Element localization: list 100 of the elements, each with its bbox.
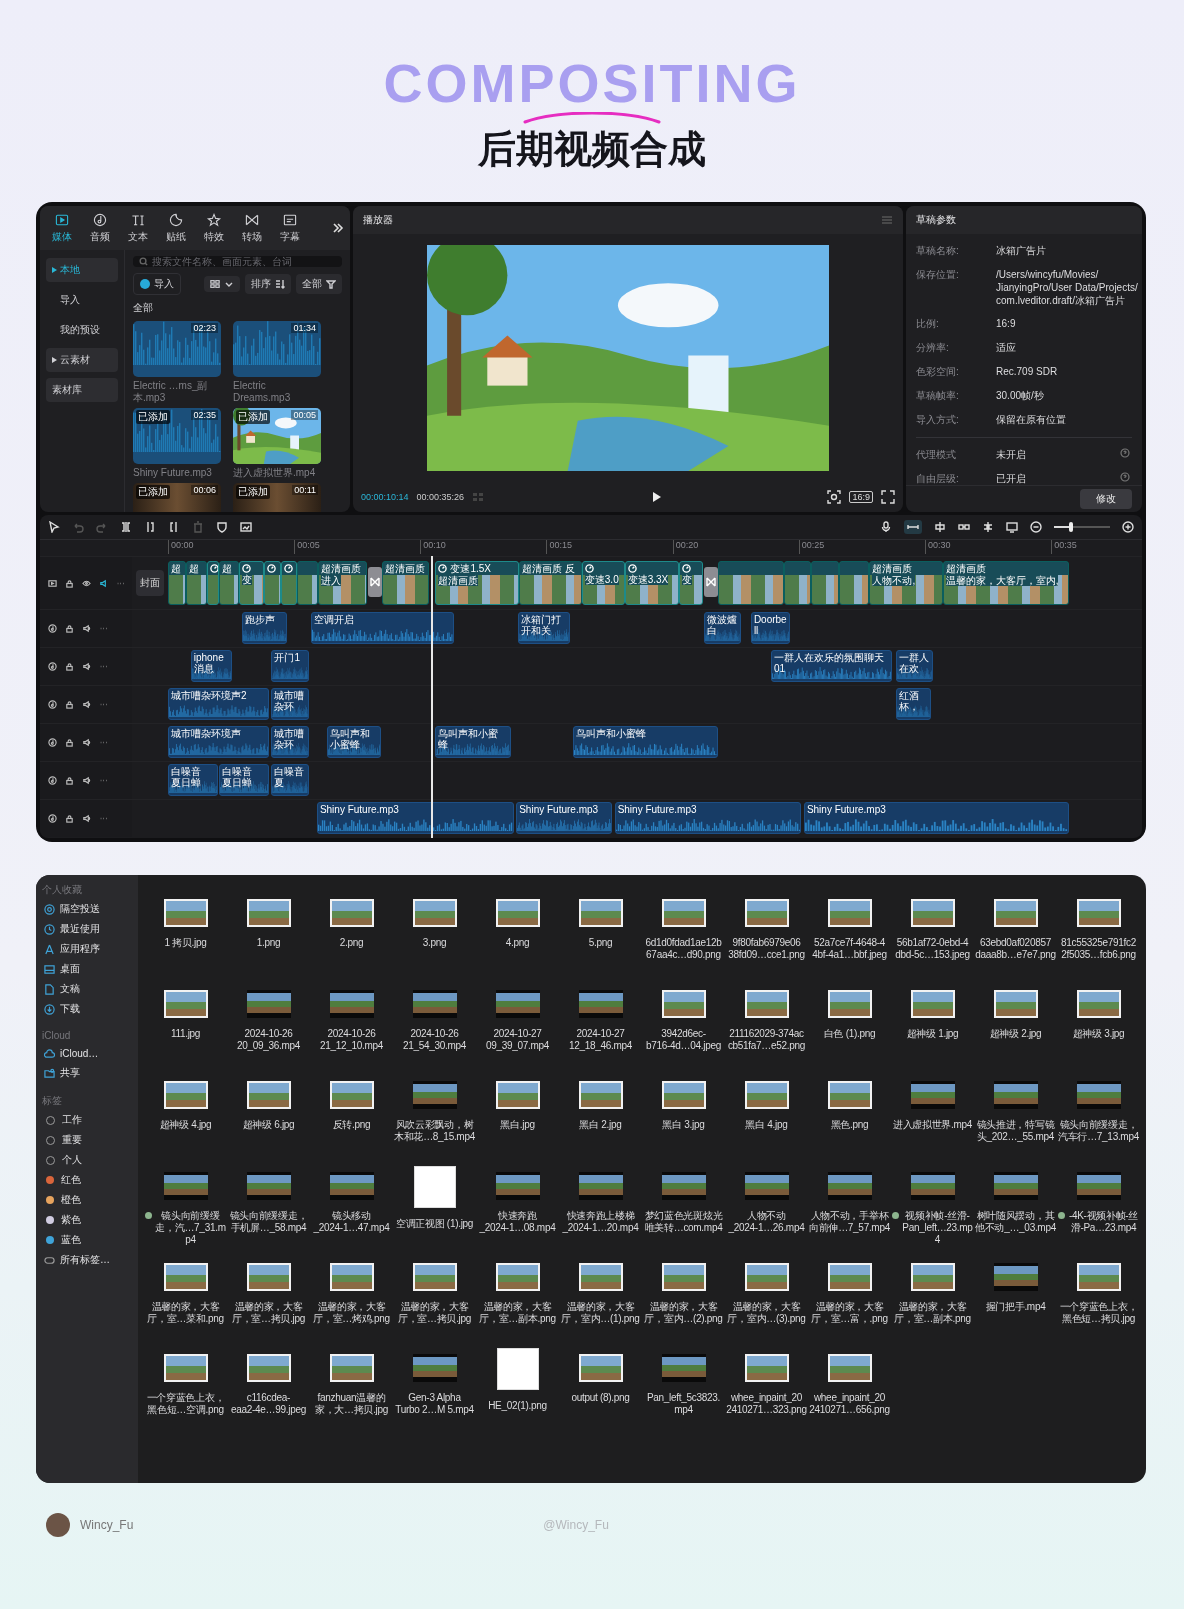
video-thumbnail[interactable]	[412, 1354, 457, 1382]
sidebar-item[interactable]: 应用程序	[42, 940, 132, 958]
image-thumbnail[interactable]	[578, 1263, 623, 1291]
image-thumbnail[interactable]	[163, 1354, 208, 1382]
image-thumbnail[interactable]	[1076, 990, 1121, 1018]
sidebar-item[interactable]: 蓝色	[42, 1231, 132, 1249]
image-thumbnail[interactable]	[827, 899, 872, 927]
nav-item[interactable]: 云素材	[46, 348, 118, 372]
image-thumbnail[interactable]	[744, 1081, 789, 1109]
sidebar-item[interactable]: iCloud…	[42, 1044, 132, 1062]
search-field[interactable]: 搜索文件名称、画面元素、台词	[133, 256, 342, 267]
image-thumbnail[interactable]	[993, 990, 1038, 1018]
video-thumbnail[interactable]	[495, 1172, 540, 1200]
video-clip[interactable]: 超清画质 人物不动,	[869, 561, 943, 605]
panel-tab[interactable]: 贴纸	[160, 210, 192, 246]
panel-tab[interactable]: 媒体	[46, 210, 78, 246]
audio-clip[interactable]: 空调开启	[311, 612, 454, 644]
speaker-icon[interactable]	[82, 738, 91, 747]
speaker-icon[interactable]	[82, 662, 91, 671]
image-icon[interactable]	[240, 521, 252, 533]
shield-icon[interactable]	[216, 521, 228, 533]
image-thumbnail[interactable]	[661, 1081, 706, 1109]
image-thumbnail[interactable]	[827, 990, 872, 1018]
film-icon[interactable]	[48, 578, 57, 588]
image-thumbnail[interactable]	[329, 1081, 374, 1109]
video-thumbnail[interactable]	[827, 1172, 872, 1200]
image-thumbnail[interactable]	[744, 1354, 789, 1382]
nav-item[interactable]: 本地	[46, 258, 118, 282]
audio-clip[interactable]: 白噪音 夏	[271, 764, 309, 796]
audio-clip[interactable]: iphone消息	[190, 650, 233, 682]
audio-clip[interactable]: 开门1	[271, 650, 310, 682]
video-thumbnail[interactable]	[661, 1354, 706, 1382]
video-clip[interactable]	[207, 561, 220, 605]
eye-icon[interactable]	[82, 578, 91, 588]
transition-marker[interactable]	[703, 567, 718, 597]
lock-icon[interactable]	[65, 814, 74, 823]
video-thumbnail[interactable]	[1076, 1172, 1121, 1200]
music-note-icon[interactable]	[48, 776, 57, 785]
audio-clip[interactable]: 鸟叫声和小蜜蜂	[435, 726, 512, 758]
help-icon[interactable]	[1120, 448, 1130, 458]
monitor-icon[interactable]	[1006, 521, 1018, 533]
audio-clip[interactable]: Shiny Future.mp3	[803, 802, 1069, 834]
image-thumbnail[interactable]	[910, 990, 955, 1018]
fullscreen-icon[interactable]	[881, 490, 895, 504]
image-thumbnail[interactable]	[661, 990, 706, 1018]
video-clip[interactable]: 超清画质 温馨的家，大客厅，室内,	[942, 561, 1069, 605]
audio-clip[interactable]: 白噪音 夏日蝉	[168, 764, 218, 796]
audio-clip[interactable]: 城市嘈杂环	[271, 688, 310, 720]
blank-thumbnail[interactable]	[496, 1348, 539, 1390]
image-thumbnail[interactable]	[1076, 1263, 1121, 1291]
speaker-icon[interactable]	[99, 578, 108, 588]
image-thumbnail[interactable]	[329, 899, 374, 927]
sidebar-item[interactable]: 隔空投送	[42, 900, 132, 918]
media-thumbnail[interactable]: 01:34	[233, 321, 321, 377]
video-thumbnail[interactable]	[910, 1081, 955, 1109]
panel-tab[interactable]: 字幕	[274, 210, 306, 246]
image-thumbnail[interactable]	[163, 1081, 208, 1109]
image-thumbnail[interactable]	[246, 1081, 291, 1109]
audio-clip[interactable]: 鸟叫声和小蜜蜂	[573, 726, 719, 758]
filter-button[interactable]: 全部	[296, 274, 342, 294]
image-thumbnail[interactable]	[661, 899, 706, 927]
video-clip[interactable]	[718, 561, 784, 605]
panel-tab[interactable]: 特效	[198, 210, 230, 246]
audio-clip[interactable]: 城市嘈杂环境声	[168, 726, 270, 758]
sidebar-item[interactable]: 所有标签…	[42, 1251, 132, 1269]
image-thumbnail[interactable]	[744, 1263, 789, 1291]
video-clip[interactable]	[296, 561, 319, 605]
sidebar-item[interactable]: 紫色	[42, 1211, 132, 1229]
panel-tab[interactable]: 音频	[84, 210, 116, 246]
lock-icon[interactable]	[65, 578, 74, 588]
video-thumbnail[interactable]	[578, 990, 623, 1018]
video-thumbnail[interactable]	[329, 990, 374, 1018]
video-thumbnail[interactable]	[329, 1172, 374, 1200]
image-thumbnail[interactable]	[163, 899, 208, 927]
image-thumbnail[interactable]	[578, 899, 623, 927]
video-clip[interactable]: 超	[168, 561, 186, 605]
help-icon[interactable]	[1120, 472, 1130, 482]
video-clip[interactable]: 变速1.5X 超清画质	[435, 561, 519, 605]
lock-icon[interactable]	[65, 624, 74, 633]
music-note-icon[interactable]	[48, 738, 57, 747]
image-thumbnail[interactable]	[246, 899, 291, 927]
video-clip[interactable]: 超	[185, 561, 208, 605]
video-clip[interactable]	[839, 561, 870, 605]
sort-button[interactable]: 排序	[245, 274, 291, 294]
cursor-icon[interactable]	[48, 521, 60, 533]
modify-button[interactable]: 修改	[1080, 489, 1132, 509]
speaker-icon[interactable]	[82, 624, 91, 633]
image-thumbnail[interactable]	[412, 899, 457, 927]
music-note-icon[interactable]	[48, 814, 57, 823]
sidebar-item[interactable]: 文稿	[42, 980, 132, 998]
video-clip[interactable]: 超清画质	[382, 561, 430, 605]
split-icon[interactable]	[120, 521, 132, 533]
image-thumbnail[interactable]	[412, 1263, 457, 1291]
image-thumbnail[interactable]	[578, 1081, 623, 1109]
cover-button[interactable]: 封面	[136, 570, 164, 596]
speaker-icon[interactable]	[82, 814, 91, 823]
double-chevron-icon[interactable]	[332, 222, 344, 234]
sidebar-item[interactable]: 红色	[42, 1171, 132, 1189]
sidebar-item[interactable]: 重要	[42, 1131, 132, 1149]
lock-icon[interactable]	[65, 662, 74, 671]
